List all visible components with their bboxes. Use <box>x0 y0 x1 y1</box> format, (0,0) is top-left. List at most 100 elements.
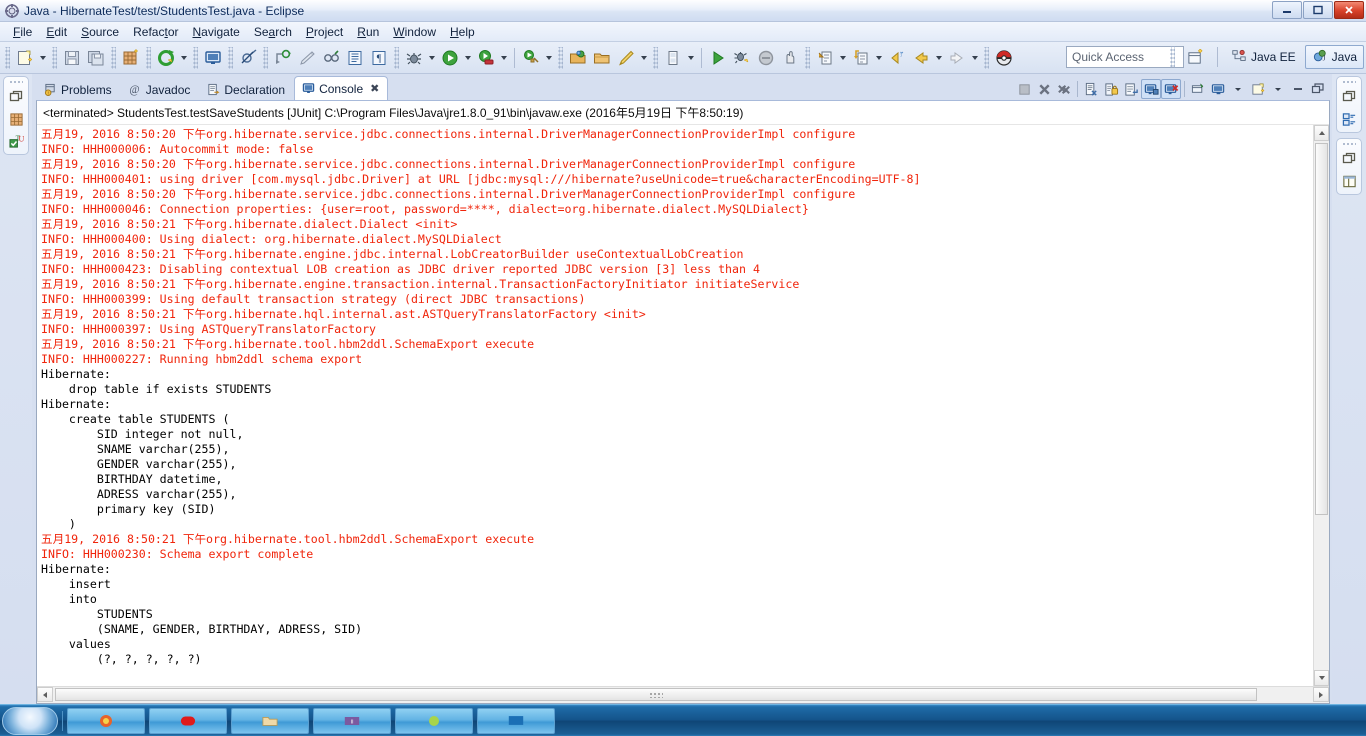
tab-problems[interactable]: ! Problems <box>36 78 121 100</box>
toolbar-grip[interactable] <box>52 46 57 69</box>
search-glasses-icon[interactable] <box>319 46 343 70</box>
menu-item-search[interactable]: Search <box>247 23 299 41</box>
run-server-dropdown-arrow-icon[interactable] <box>498 46 510 70</box>
taskbar-item-browser[interactable] <box>67 707 145 734</box>
toolbar-grip[interactable] <box>653 46 658 69</box>
toolbar-grip[interactable] <box>394 46 399 69</box>
refresh-green-icon[interactable] <box>154 46 178 70</box>
restore-icon[interactable] <box>7 88 25 106</box>
tab-console[interactable]: Console ✖ <box>294 76 389 100</box>
toolbar-grip[interactable] <box>111 46 116 69</box>
open-folder-green-icon[interactable] <box>566 46 590 70</box>
menu-item-window[interactable]: Window <box>386 23 443 41</box>
step-into-icon[interactable] <box>813 46 837 70</box>
perspective-java[interactable]: J Java <box>1304 45 1364 69</box>
new-console-icon[interactable] <box>1248 79 1268 99</box>
pin-console-icon[interactable] <box>1188 79 1208 99</box>
minimize-button[interactable] <box>1272 1 1302 19</box>
scroll-lock-icon[interactable] <box>1101 79 1121 99</box>
menu-item-project[interactable]: Project <box>299 23 350 41</box>
toolbar-grip[interactable] <box>984 46 989 69</box>
chevron-down-icon[interactable] <box>1268 79 1288 99</box>
external-tools-dropdown-arrow-icon[interactable] <box>543 46 555 70</box>
toolbar-grip[interactable] <box>558 46 563 69</box>
clear-console-icon[interactable] <box>1081 79 1101 99</box>
scroll-left-button[interactable] <box>37 687 53 702</box>
menu-item-refactor[interactable]: Refactor <box>126 23 185 41</box>
run-server-icon[interactable] <box>474 46 498 70</box>
back-dropdown-arrow-icon[interactable] <box>933 46 945 70</box>
back-yellow-arrow-icon[interactable] <box>885 46 909 70</box>
menu-item-source[interactable]: Source <box>74 23 126 41</box>
step-into-dropdown-arrow-icon[interactable] <box>837 46 849 70</box>
package-icon[interactable] <box>119 46 143 70</box>
pencil-dropdown-arrow-icon[interactable] <box>638 46 650 70</box>
remove-x-icon[interactable] <box>1034 79 1054 99</box>
maximize-button[interactable] <box>1303 1 1333 19</box>
debug-last-icon[interactable] <box>730 46 754 70</box>
debug-bug-icon[interactable] <box>402 46 426 70</box>
package-explorer-icon[interactable] <box>7 110 25 128</box>
close-icon[interactable]: ✖ <box>370 82 379 95</box>
pencil-yellow-icon[interactable] <box>614 46 638 70</box>
maximize-icon[interactable] <box>1308 79 1328 99</box>
type-icon[interactable]: ¶ <box>367 46 391 70</box>
restore-icon[interactable] <box>1340 150 1358 168</box>
close-button[interactable] <box>1334 1 1364 19</box>
terminate-square-icon[interactable] <box>1014 79 1034 99</box>
pokeball-icon[interactable] <box>992 46 1016 70</box>
new-dropdown-arrow-icon[interactable] <box>37 46 49 70</box>
save-icon[interactable] <box>60 46 84 70</box>
external-tools-icon[interactable] <box>519 46 543 70</box>
show-console-stderr-icon[interactable] <box>1161 79 1181 99</box>
menu-item-help[interactable]: Help <box>443 23 482 41</box>
rail-grip[interactable] <box>9 80 23 84</box>
forward-dropdown-arrow-icon[interactable] <box>969 46 981 70</box>
task-list-icon[interactable] <box>1340 172 1358 190</box>
tab-javadoc[interactable]: @ Javadoc <box>121 78 200 100</box>
step-return-dropdown-arrow-icon[interactable] <box>873 46 885 70</box>
menu-item-run[interactable]: Run <box>350 23 386 41</box>
scroll-thumb[interactable] <box>1315 143 1328 515</box>
outline-icon[interactable] <box>1340 110 1358 128</box>
toolbar-grip[interactable] <box>228 46 233 69</box>
no-breakpoint-icon[interactable] <box>236 46 260 70</box>
start-button[interactable] <box>2 706 58 735</box>
debug-dropdown-arrow-icon[interactable] <box>426 46 438 70</box>
toolbar-grip[interactable] <box>805 46 810 69</box>
run-dropdown-arrow-icon[interactable] <box>462 46 474 70</box>
refresh-dropdown-arrow-icon[interactable] <box>178 46 190 70</box>
scroll-thumb-horizontal[interactable] <box>55 688 1257 701</box>
hand-icon[interactable] <box>778 46 802 70</box>
remove-all-x-icon[interactable] <box>1054 79 1074 99</box>
scroll-up-button[interactable] <box>1314 125 1329 141</box>
toolbar-grip[interactable] <box>193 46 198 69</box>
console-output[interactable]: 五月19, 2016 8:50:20 下午org.hibernate.servi… <box>37 125 1313 686</box>
task-list-icon[interactable] <box>343 46 367 70</box>
toolbar-grip[interactable] <box>263 46 268 69</box>
coverage-dropdown-arrow-icon[interactable] <box>685 46 697 70</box>
junit-icon[interactable]: T U <box>7 132 25 150</box>
save-all-icon[interactable] <box>84 46 108 70</box>
taskbar-item-explorer[interactable] <box>231 707 309 734</box>
back-arrow-icon[interactable] <box>909 46 933 70</box>
rail-grip[interactable] <box>1342 142 1356 146</box>
step-return-icon[interactable] <box>849 46 873 70</box>
coverage-icon[interactable] <box>661 46 685 70</box>
restore-icon[interactable] <box>1340 88 1358 106</box>
scroll-down-button[interactable] <box>1314 670 1329 686</box>
resume-green-icon[interactable] <box>706 46 730 70</box>
scroll-right-button[interactable] <box>1313 687 1329 702</box>
run-green-play-icon[interactable] <box>438 46 462 70</box>
open-perspective-icon[interactable] <box>1180 45 1211 69</box>
perspective-java-ee[interactable]: Java EE <box>1224 45 1303 69</box>
toolbar-grip[interactable] <box>5 46 10 69</box>
terminate-gray-icon[interactable] <box>754 46 778 70</box>
minimize-icon[interactable] <box>1288 79 1308 99</box>
console-vertical-scrollbar[interactable] <box>1313 125 1329 686</box>
forward-arrow-icon[interactable] <box>945 46 969 70</box>
rail-grip[interactable] <box>1342 80 1356 84</box>
taskbar-item-eclipse[interactable] <box>477 707 555 734</box>
toolbar-grip[interactable] <box>146 46 151 69</box>
open-folder-icon[interactable] <box>590 46 614 70</box>
